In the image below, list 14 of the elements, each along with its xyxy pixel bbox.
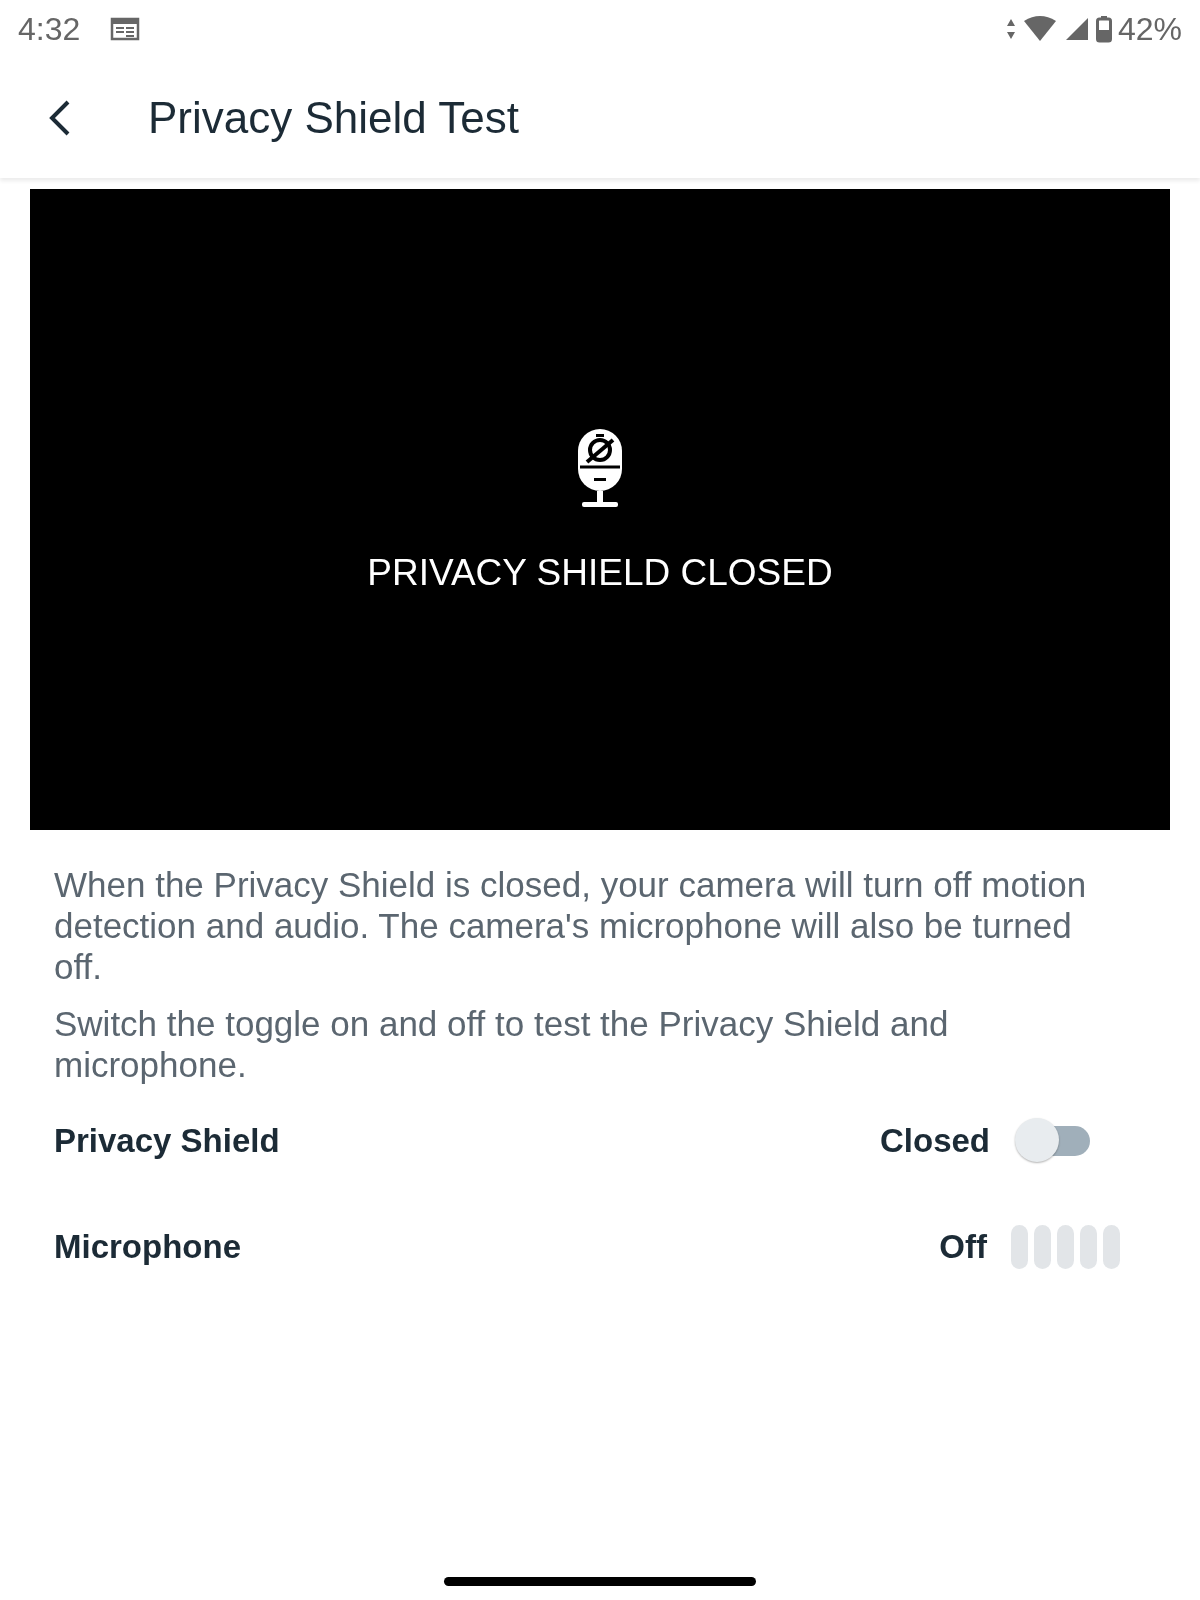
data-arrows-icon [1005,17,1016,41]
shield-status-message: PRIVACY SHIELD CLOSED [367,551,833,594]
description-text: When the Privacy Shield is closed, your camera will turn off motion detection and audio. The camera's microphone will also be turned off. [54,864,1088,987]
page-title: Privacy Shield Test [148,93,519,143]
description-text: Switch the toggle on and off to test the Privacy Shield and microphone. [54,1003,950,1085]
setting-value: Off [939,1228,987,1266]
battery-icon [1095,15,1112,43]
status-time: 4:32 [18,10,81,48]
setting-label: Microphone [54,1228,241,1266]
calendar-icon [110,16,141,42]
setting-value: Closed [879,1122,990,1160]
battery-level: 42% [1117,10,1182,48]
setting-label: Privacy Shield [54,1122,280,1160]
wifi-icon [1021,15,1058,43]
